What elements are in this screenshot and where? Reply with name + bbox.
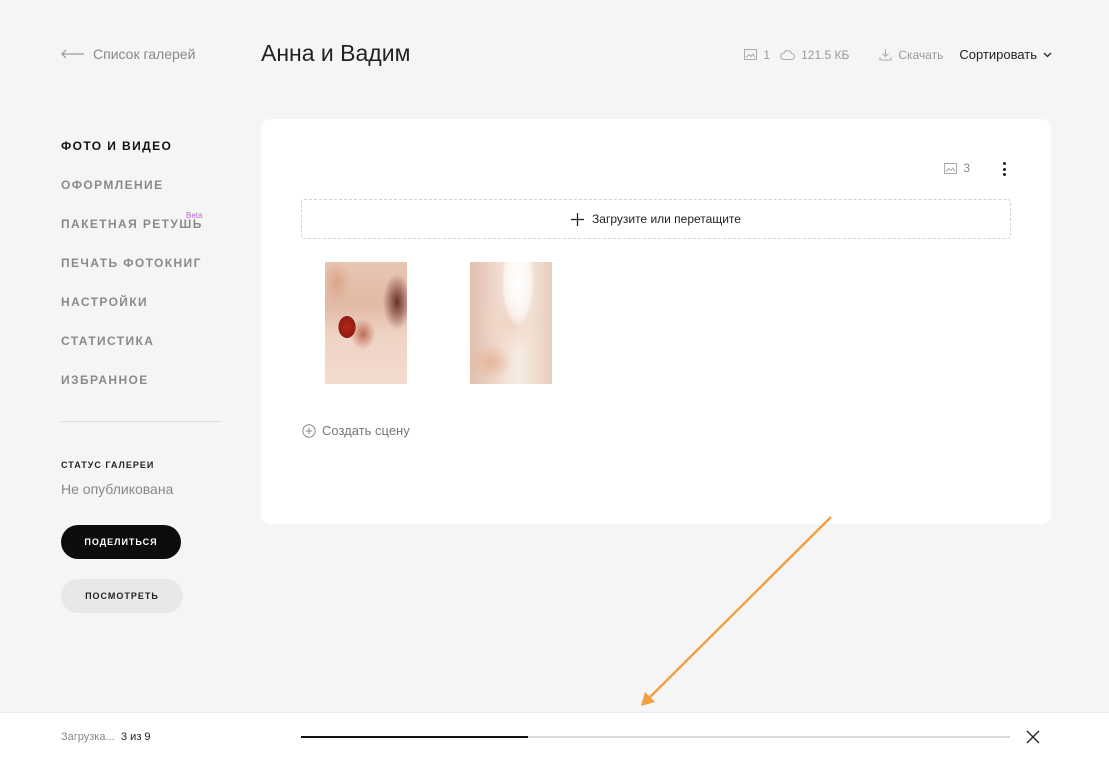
sidebar-item-photos-videos[interactable]: ФОТО И ВИДЕО — [61, 139, 221, 178]
photo-count-stat: 1 — [744, 48, 770, 62]
arrow-left-icon — [61, 49, 84, 59]
gallery-size: 121.5 КБ — [801, 47, 850, 62]
sidebar-item-favorites[interactable]: ИЗБРАННОЕ — [61, 373, 221, 412]
back-link-label: Список галерей — [93, 46, 196, 62]
photo-thumbnail[interactable] — [470, 262, 552, 384]
download-button[interactable]: Скачать — [879, 48, 943, 62]
image-icon — [744, 49, 758, 60]
more-options-icon[interactable] — [1000, 162, 1008, 176]
photo-thumbnail[interactable] — [325, 262, 407, 384]
gallery-toolbar: 1 121.5 КБ Скачать Сортировать — [744, 47, 1052, 62]
download-label: Скачать — [898, 47, 944, 62]
upload-progress-panel: Загрузка... 3 из 9 — [0, 712, 1109, 757]
upload-status: Загрузка... — [61, 731, 115, 743]
chevron-down-icon — [1043, 52, 1052, 57]
sidebar-item-photobook-print[interactable]: ПЕЧАТЬ ФОТОКНИГ — [61, 256, 221, 295]
beta-badge: Beta — [186, 211, 203, 220]
sidebar-item-settings[interactable]: НАСТРОЙКИ — [61, 295, 221, 334]
gallery-status-label: СТАТУС ГАЛЕРЕИ — [61, 460, 155, 470]
view-button[interactable]: ПОСМОТРЕТЬ — [61, 579, 183, 613]
size-stat: 121.5 КБ — [780, 48, 849, 62]
close-icon[interactable] — [1026, 730, 1040, 744]
upload-dropzone[interactable]: Загрузите или перетащите — [301, 199, 1011, 239]
sidebar-nav: ФОТО И ВИДЕО ОФОРМЛЕНИЕ ПАКЕТНАЯ РЕТУШЬ … — [61, 139, 221, 412]
gallery-status-value: Не опубликована — [61, 481, 174, 497]
cloud-icon — [780, 49, 796, 60]
page-title: Анна и Вадим — [261, 40, 411, 66]
back-to-galleries-link[interactable]: Список галерей — [61, 46, 195, 62]
share-button[interactable]: ПОДЕЛИТЬСЯ — [61, 525, 181, 559]
upload-progress-fill — [301, 736, 528, 738]
sort-label: Сортировать — [959, 47, 1037, 62]
sidebar-item-batch-retouch[interactable]: ПАКЕТНАЯ РЕТУШЬ Beta — [61, 211, 221, 256]
upload-progress-bar — [301, 736, 1010, 738]
upload-count: 3 из 9 — [121, 731, 151, 743]
sort-dropdown[interactable]: Сортировать — [959, 47, 1052, 62]
sidebar-item-statistics[interactable]: СТАТИСТИКА — [61, 334, 221, 373]
create-scene-button[interactable]: Создать сцену — [302, 423, 410, 438]
sidebar-item-label: ПАКЕТНАЯ РЕТУШЬ — [61, 217, 203, 231]
scene-photo-count-value: 3 — [963, 161, 970, 175]
sidebar-divider — [61, 421, 221, 422]
image-icon — [944, 162, 958, 174]
scene-card: 3 Загрузите или перетащите Создать сцену — [261, 119, 1051, 524]
photo-count: 1 — [763, 47, 771, 62]
create-scene-label: Создать сцену — [322, 423, 410, 438]
download-icon — [879, 49, 892, 61]
scene-photo-count: 3 — [944, 161, 970, 175]
plus-icon — [571, 212, 585, 226]
dropzone-label: Загрузите или перетащите — [592, 212, 741, 226]
plus-circle-icon — [302, 423, 316, 438]
